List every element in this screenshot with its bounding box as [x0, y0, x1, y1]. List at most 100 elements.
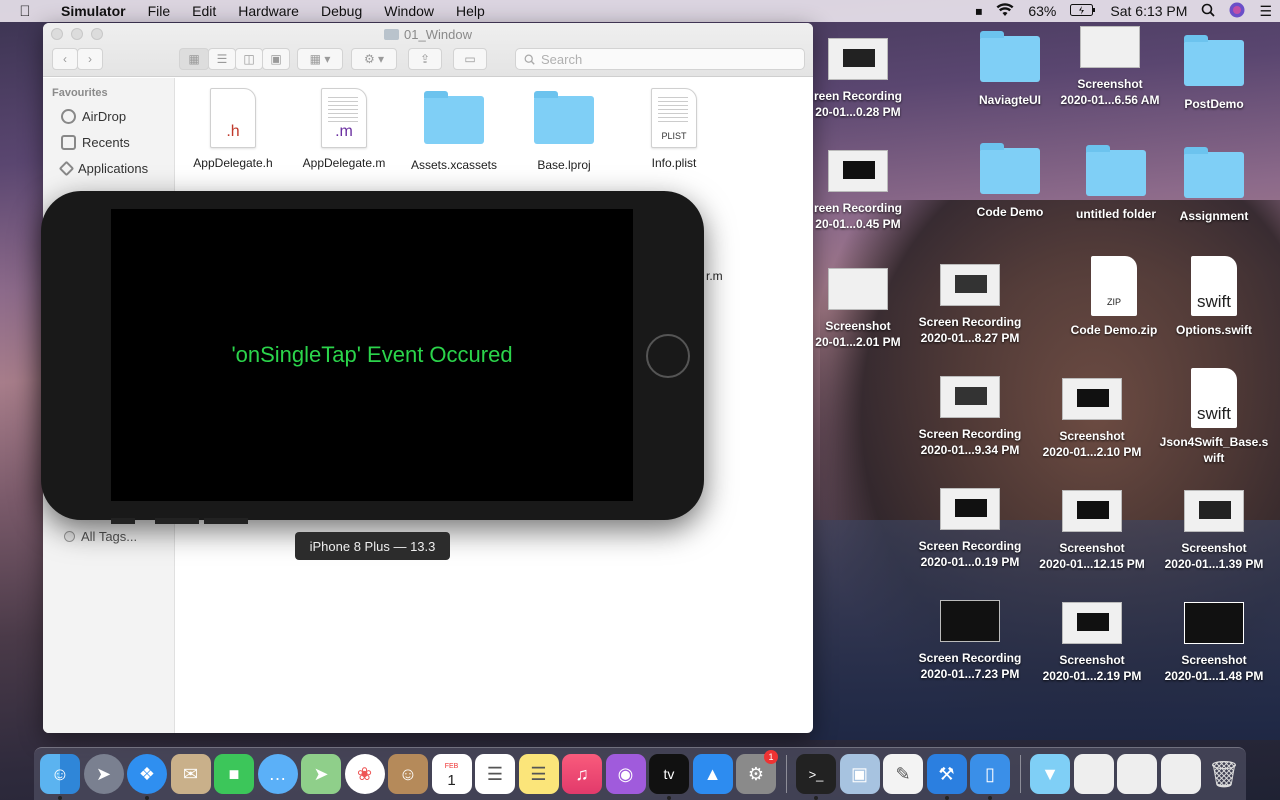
sidebar-item-airdrop[interactable]: AirDrop [43, 103, 174, 129]
dock-app-store-icon[interactable]: ▲ [692, 754, 733, 794]
desktop-item-sublabel: 2020-01...2.10 PM [1042, 445, 1142, 459]
icon-view-button[interactable]: ▦ [179, 48, 209, 70]
desktop-folder[interactable]: Assignment [1154, 147, 1274, 224]
side-button[interactable] [111, 518, 135, 524]
desktop-item[interactable]: Screen Recording 2020-01...8.27 PM [910, 264, 1030, 346]
dock-photos-icon[interactable]: ❀ [344, 754, 385, 794]
folder-assets[interactable]: Assets.xcassets [399, 88, 509, 172]
dock-screenshot-icon[interactable] [1117, 754, 1157, 794]
dock-textedit-icon[interactable]: ✎ [883, 754, 923, 794]
menu-edit[interactable]: Edit [181, 3, 227, 19]
dock-reminders-icon[interactable]: ☰ [475, 754, 515, 794]
file-appdelegate-m[interactable]: .m AppDelegate.m [289, 88, 399, 170]
desktop-item[interactable]: swift Json4Swift_Base.s wift [1154, 368, 1274, 466]
battery-icon[interactable] [1070, 3, 1096, 19]
spotlight-icon[interactable] [1201, 3, 1216, 20]
desktop-item[interactable]: Screen Recording 2020-01...0.19 PM [910, 488, 1030, 570]
desktop-item-sublabel: 2020-01...7.23 PM [920, 667, 1020, 681]
dock-preview-icon[interactable]: ▣ [839, 754, 880, 794]
recording-thumbnail [940, 488, 1000, 530]
back-button[interactable]: ‹ [52, 48, 78, 70]
desktop-item[interactable]: Screen Recording 2020-01...9.34 PM [910, 376, 1030, 458]
menubar-clock[interactable]: Sat 6:13 PM [1110, 3, 1187, 19]
tags-button[interactable]: ▭ [453, 48, 487, 70]
screenshot-thumbnail [1062, 602, 1122, 644]
dock-maps-icon[interactable]: ➤ [301, 754, 341, 794]
dock-xcode-icon[interactable]: ⚒ [926, 754, 967, 800]
desktop-folder[interactable]: Code Demo [950, 143, 1070, 220]
simulator-screen[interactable]: 'onSingleTap' Event Occured [111, 209, 633, 501]
menu-debug[interactable]: Debug [310, 3, 373, 19]
desktop-item[interactable]: Screenshot 2020-01...1.48 PM [1154, 602, 1274, 684]
dock-podcasts-icon[interactable]: ◉ [605, 754, 646, 794]
notification-center-icon[interactable]: ☰ [1259, 3, 1272, 20]
group-button[interactable]: ▦ ▾ [297, 48, 343, 70]
list-view-button[interactable]: ☰ [208, 48, 236, 70]
desktop-item-sublabel: 20-01...0.45 PM [815, 217, 901, 231]
column-view-button[interactable]: ◫ [235, 48, 263, 70]
dock-contacts-icon[interactable]: ☺ [388, 754, 428, 794]
dock-finder-icon[interactable]: ☺ [40, 754, 80, 800]
dock-trash-icon[interactable]: 🗑 [1204, 754, 1244, 794]
dock-downloads-folder-icon[interactable]: ▼ [1030, 754, 1070, 794]
window-title: 01_Window [43, 27, 813, 42]
wifi-icon[interactable] [996, 2, 1014, 20]
dock-system-preferences-icon[interactable]: ⚙ 1 [736, 750, 778, 794]
apple-menu-icon[interactable]:  [0, 3, 50, 20]
search-input[interactable]: Search [515, 48, 805, 70]
desktop-item-sublabel: wift [1203, 451, 1225, 465]
dock-calendar-icon[interactable]: FEB 1 [431, 754, 472, 794]
folder-base-lproj[interactable]: Base.lproj [509, 88, 619, 172]
desktop-item[interactable]: Screenshot 2020-01...6.56 AM [1050, 26, 1170, 108]
sidebar-item-all-tags[interactable]: All Tags... [64, 529, 137, 544]
document-icon: .h [210, 88, 256, 148]
recording-thumbnail [828, 38, 888, 80]
action-gear-button[interactable]: ⚙ ▾ [351, 48, 397, 70]
volume-down-button[interactable] [204, 518, 248, 524]
dock-messages-icon[interactable]: … [257, 754, 298, 794]
forward-button[interactable]: › [77, 48, 103, 70]
screen-record-stop-icon[interactable]: ⏹ [975, 3, 982, 20]
share-button[interactable]: ⇪ [408, 48, 442, 70]
dock-screenshot-icon[interactable] [1073, 754, 1114, 794]
menu-help[interactable]: Help [445, 3, 496, 19]
sidebar-item-applications[interactable]: Applications [43, 155, 174, 181]
siri-icon[interactable] [1229, 2, 1245, 21]
desktop-item[interactable]: Screenshot 2020-01...2.19 PM [1032, 602, 1152, 684]
dock-music-icon[interactable]: ♫ [562, 754, 602, 794]
desktop-item-sublabel: 2020-01...12.15 PM [1039, 557, 1145, 571]
desktop-item[interactable]: Screenshot 20-01...2.01 PM [798, 268, 918, 350]
desktop-item[interactable]: swift Options.swift [1154, 256, 1274, 338]
desktop-item[interactable]: Screenshot 2020-01...12.15 PM [1032, 490, 1152, 572]
menu-window[interactable]: Window [373, 3, 445, 19]
desktop-item[interactable]: Screen Recording 2020-01...7.23 PM [910, 600, 1030, 682]
tag-icon [64, 531, 75, 542]
desktop-item[interactable]: reen Recording 20-01...0.45 PM [798, 150, 918, 232]
volume-up-button[interactable] [155, 518, 199, 524]
desktop-item-label: Assignment [1179, 209, 1249, 223]
menu-simulator[interactable]: Simulator [50, 3, 137, 19]
dock-facetime-icon[interactable]: ■ [214, 754, 254, 794]
dock-screenshot-icon[interactable] [1160, 754, 1201, 794]
dock-notes-icon[interactable]: ☰ [518, 754, 559, 794]
desktop-item[interactable]: Screenshot 2020-01...2.10 PM [1032, 378, 1152, 460]
file-info-plist[interactable]: PLIST Info.plist [619, 88, 729, 170]
iphone-simulator[interactable]: 'onSingleTap' Event Occured [41, 191, 704, 524]
desktop-folder[interactable]: PostDemo [1154, 35, 1274, 112]
dock-tv-icon[interactable]: tv [649, 754, 689, 800]
dock-launchpad-icon[interactable]: ➤ [83, 754, 124, 794]
dock-terminal-icon[interactable]: >_ [796, 754, 836, 800]
menu-file[interactable]: File [137, 3, 182, 19]
menu-hardware[interactable]: Hardware [227, 3, 310, 19]
folder-icon [384, 29, 400, 40]
dock-simulator-icon[interactable]: ▯ [970, 754, 1010, 800]
desktop-item[interactable]: reen Recording 20-01...0.28 PM [798, 38, 918, 120]
file-appdelegate-h[interactable]: .h AppDelegate.h [178, 88, 288, 170]
sidebar-item-recents[interactable]: Recents [43, 129, 174, 155]
dock-safari-icon[interactable]: ❖ [127, 754, 167, 800]
desktop-item[interactable]: Screenshot 2020-01...1.39 PM [1154, 490, 1274, 572]
gallery-view-button[interactable]: ▣ [262, 48, 290, 70]
running-indicator [814, 796, 818, 800]
home-button[interactable] [646, 334, 690, 378]
dock-mail-icon[interactable]: ✉ [170, 754, 211, 794]
